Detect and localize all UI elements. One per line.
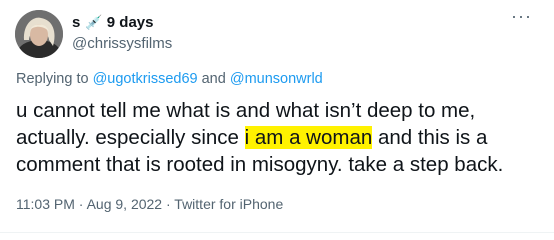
author-handle[interactable]: @chrissysfilms <box>72 35 172 52</box>
replying-to-label: Replying to <box>16 71 89 87</box>
tweet-age[interactable]: 9 days <box>107 14 154 31</box>
tweet-time[interactable]: 11:03 PM <box>16 196 75 212</box>
tweet-source[interactable]: Twitter for iPhone <box>174 196 283 212</box>
tweet-text: u cannot tell me what is and what isn’t … <box>16 97 541 178</box>
mention-link[interactable]: @ugotkrissed69 <box>93 71 198 87</box>
avatar-photo <box>15 10 63 58</box>
replying-to-line: Replying to @ugotkrissed69 and @munsonwr… <box>16 71 323 87</box>
syringe-icon: 💉 <box>85 14 103 30</box>
replying-to-and: and <box>201 71 226 87</box>
tweet-card: s 💉 9 days @chrissysfilms ··· Replying t… <box>0 0 554 240</box>
tweet-date[interactable]: Aug 9, 2022 <box>87 196 163 212</box>
tweet-meta: 11:03 PM · Aug 9, 2022 · Twitter for iPh… <box>16 196 283 212</box>
author-name-row: s 💉 9 days <box>72 14 153 31</box>
highlighted-text: i am a woman <box>244 126 373 149</box>
meta-separator: · <box>165 196 171 212</box>
display-name[interactable]: s <box>72 14 80 31</box>
more-horizontal-icon[interactable]: ··· <box>511 6 532 27</box>
avatar[interactable] <box>15 10 63 58</box>
divider <box>0 232 554 233</box>
mention-link[interactable]: @munsonwrld <box>230 71 323 87</box>
meta-separator: · <box>78 196 84 212</box>
